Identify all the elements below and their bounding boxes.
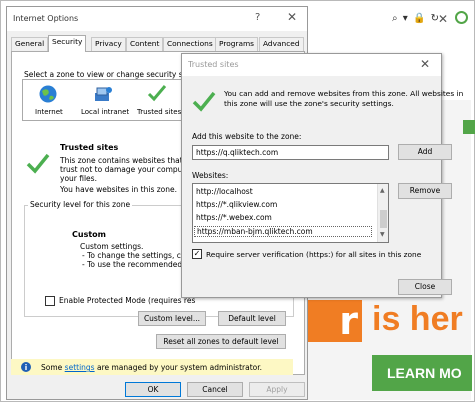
default-level-button[interactable]: Default level [218, 311, 286, 326]
scroll-up-icon[interactable]: ▲ [380, 187, 387, 195]
websites-label: Websites: [192, 171, 229, 180]
info-text: Some settings are managed by your system… [41, 363, 262, 372]
info-suffix: are managed by your system administrator… [96, 363, 263, 372]
custom-level-button[interactable]: Custom level... [138, 311, 206, 326]
cancel-button[interactable]: Cancel [187, 382, 243, 397]
trusted-check-icon[interactable] [147, 83, 167, 103]
settings-link[interactable]: settings [65, 363, 95, 372]
zone-label-trusted: Trusted sites [137, 108, 182, 116]
remove-button[interactable]: Remove [398, 183, 452, 199]
list-item[interactable]: https://*.qlikview.com [196, 200, 277, 209]
dialog-title: Internet Options [13, 14, 79, 23]
zone-label-intranet: Local intranet [81, 108, 130, 116]
list-item-selected[interactable]: https://mban-bjm.qliktech.com [194, 226, 372, 237]
tab-privacy[interactable]: Privacy [91, 37, 126, 51]
trusted-sites-title: Trusted sites [188, 60, 239, 69]
zone-list: Internet Local intranet Trusted sites [22, 79, 184, 121]
security-level-label: Security level for this zone [28, 200, 133, 209]
browser-toolbar-icons[interactable]: ⌕ ▾ 🔒 ↻ [392, 13, 440, 24]
trusted-zone-check-icon [26, 153, 50, 174]
protected-mode-checkbox[interactable] [45, 296, 55, 306]
list-item[interactable]: https://*.webex.com [196, 213, 272, 222]
zone-title: Trusted sites [60, 143, 119, 152]
tab-connections[interactable]: Connections [163, 37, 217, 51]
websites-list[interactable]: http://localhost https://*.qlikview.com … [192, 183, 389, 243]
custom-line-1: Custom settings. [80, 242, 144, 251]
close-icon[interactable]: ✕ [287, 10, 297, 24]
list-item[interactable]: http://localhost [196, 187, 253, 196]
add-site-label: Add this website to the zone: [192, 132, 302, 141]
add-site-input[interactable]: https://q.qliktech.com [192, 145, 389, 160]
tab-content[interactable]: Content [126, 37, 164, 51]
websites-scrollbar[interactable]: ▲ ▼ [377, 184, 388, 242]
require-https-label: Require server verification (https:) for… [206, 250, 422, 259]
reset-all-zones-button[interactable]: Reset all zones to default level [156, 334, 286, 349]
custom-title: Custom [72, 230, 106, 239]
qlik-logo-icon [455, 11, 468, 24]
tab-security[interactable]: Security [48, 35, 87, 52]
ok-button[interactable]: OK [125, 382, 181, 397]
globe-icon[interactable] [38, 84, 58, 104]
tab-advanced[interactable]: Advanced [259, 37, 304, 51]
info-icon [21, 362, 31, 372]
trusted-sites-close-icon[interactable]: ✕ [420, 57, 430, 71]
browser-close-icon[interactable]: ✕ [438, 12, 448, 26]
info-prefix: Some [41, 363, 63, 372]
zone-desc-line-3: your files. [60, 174, 97, 183]
require-https-checkbox[interactable]: ✓ [192, 249, 202, 259]
zone-desc-line-4: You have websites in this zone. [60, 185, 178, 194]
zone-desc-line-1: This zone contains websites that you [60, 156, 199, 165]
tab-programs[interactable]: Programs [215, 37, 259, 51]
trusted-desc-line-2: this zone will use the zone's security s… [224, 99, 394, 108]
close-button[interactable]: Close [398, 279, 452, 295]
help-icon[interactable]: ? [255, 12, 260, 23]
trusted-desc-line-1: You can add and remove websites from thi… [224, 89, 464, 98]
protected-mode-label: Enable Protected Mode (requires res [59, 296, 196, 305]
learn-more-button[interactable]: LEARN MO [372, 355, 472, 391]
tab-general[interactable]: General [11, 37, 49, 51]
page-logo-fragment [463, 120, 475, 134]
trusted-sites-dialog: Trusted sites ✕ You can add and remove w… [181, 53, 463, 298]
custom-line-2: - To change the settings, click [82, 251, 194, 260]
scroll-thumb[interactable] [380, 210, 387, 228]
custom-line-3: - To use the recommended se [82, 260, 193, 269]
intranet-icon[interactable] [93, 84, 113, 104]
trusted-sites-check-icon [192, 91, 216, 112]
page-headline-letter: r [306, 300, 362, 342]
page-headline: is her [372, 300, 463, 338]
scroll-down-icon[interactable]: ▼ [380, 231, 387, 239]
add-button[interactable]: Add [398, 144, 452, 160]
info-bar: Some settings are managed by your system… [11, 359, 293, 375]
zone-label-internet: Internet [35, 108, 63, 116]
apply-button[interactable]: Apply [249, 382, 305, 397]
